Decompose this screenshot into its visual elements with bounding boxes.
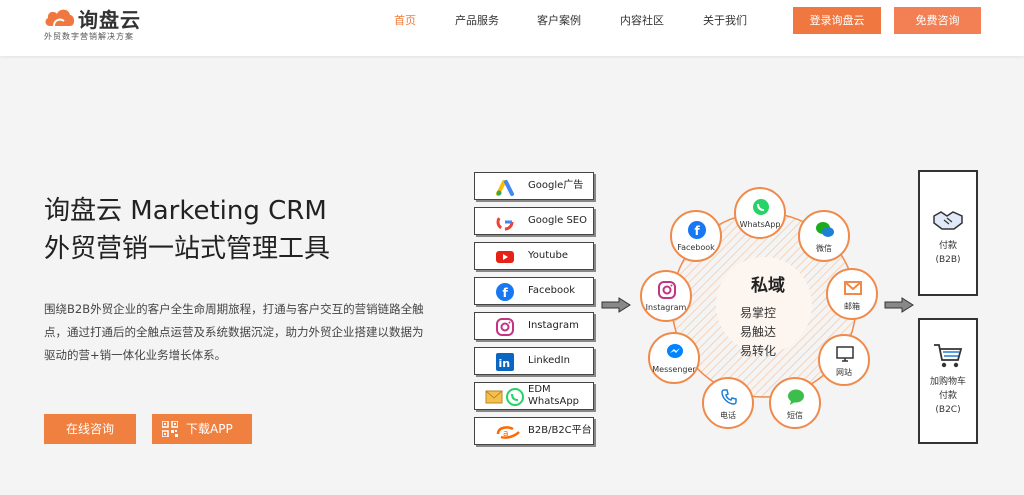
facebook-icon: f [496, 283, 514, 301]
qr-code-icon [162, 421, 178, 437]
linkedin-icon: in [496, 353, 514, 371]
nav-cases[interactable]: 客户案例 [537, 0, 581, 42]
outcome-b2b-line1: 付款 [938, 241, 957, 251]
arrow-right-icon [884, 297, 914, 313]
node-whatsapp: WhatsApp [734, 187, 786, 239]
node-facebook: f Facebook [670, 210, 722, 262]
cloud-logo-icon [45, 9, 75, 27]
channel-label-whatsapp: WhatsApp [528, 396, 580, 407]
messenger-icon [667, 344, 683, 358]
outcome-b2b-line2: (B2B) [935, 255, 961, 265]
svg-text:f: f [695, 224, 701, 238]
nav-about[interactable]: 关于我们 [703, 0, 747, 42]
top-header: 询盘云 外贸数字营销解决方案 首页 产品服务 客户案例 内容社区 关于我们 登录… [0, 0, 1024, 56]
handshake-icon [933, 211, 963, 230]
email-icon [844, 281, 862, 295]
wechat-icon [816, 222, 834, 237]
channel-google-seo: Google SEO [474, 207, 594, 235]
channel-label: Google SEO [528, 215, 587, 226]
svg-text:in: in [499, 357, 511, 370]
node-label: 网站 [836, 368, 852, 377]
logo-name: 询盘云 [78, 8, 141, 32]
outcome-b2c: 加购物车 付款 (B2C) [918, 318, 978, 444]
outcome-b2b: 付款 (B2B) [918, 170, 978, 296]
arrow-right-icon [601, 297, 631, 313]
channel-label: Google广告 [528, 180, 584, 191]
node-label: Messenger [652, 365, 696, 374]
node-wechat: 微信 [798, 210, 850, 262]
nav-products[interactable]: 产品服务 [455, 0, 499, 42]
node-label: 微信 [816, 244, 832, 253]
channel-label: Facebook [528, 285, 575, 296]
free-consult-button[interactable]: 免费咨询 [894, 7, 981, 34]
hero-description: 围绕B2B外贸企业的客户全生命周期旅程，打通与客户交互的营销链路全触点，通过打通… [44, 302, 424, 362]
phone-icon [721, 389, 737, 405]
google-ads-icon [496, 180, 514, 196]
node-sms: 短信 [769, 377, 821, 429]
whatsapp-icon [753, 199, 769, 215]
logo[interactable]: 询盘云 外贸数字营销解决方案 [44, 4, 154, 48]
node-email: 邮箱 [826, 268, 878, 320]
private-domain-title: 私域 [751, 276, 785, 296]
online-consult-button[interactable]: 在线咨询 [44, 414, 136, 444]
private-domain-line: 易触达 [739, 325, 776, 339]
nav-community[interactable]: 内容社区 [620, 0, 664, 42]
login-button[interactable]: 登录询盘云 [793, 7, 881, 34]
channel-edm-whatsapp: EDM WhatsApp [474, 382, 594, 410]
google-icon [496, 213, 514, 231]
shopping-cart-icon [934, 344, 963, 368]
channel-instagram: Instagram [474, 312, 594, 340]
node-messenger: Messenger [648, 332, 700, 384]
download-app-label: 下载APP [186, 422, 233, 436]
hero-title: 询盘云 Marketing CRM [44, 196, 327, 226]
download-app-button[interactable]: 下载APP [152, 414, 252, 444]
node-label: 短信 [787, 411, 803, 420]
private-domain-line: 易掌控 [739, 306, 776, 320]
edm-whatsapp-icon [485, 388, 524, 406]
svg-text:a: a [503, 429, 509, 439]
outcome-b2c-line2: 付款 [938, 391, 957, 401]
nav-home[interactable]: 首页 [394, 0, 416, 42]
channel-b2b-platform: a B2B/B2C平台 [474, 417, 594, 445]
svg-text:f: f [503, 286, 509, 300]
channel-label: B2B/B2C平台 [528, 425, 592, 436]
monitor-icon [836, 346, 854, 362]
node-website: 网站 [818, 334, 870, 386]
outcome-b2c-line1: 加购物车 [929, 377, 966, 387]
private-domain-line: 易转化 [739, 344, 776, 358]
alibaba-icon: a [496, 426, 520, 439]
node-label: Instagram [645, 303, 687, 312]
instagram-icon [658, 281, 676, 299]
sms-icon [788, 389, 804, 405]
instagram-icon [496, 318, 514, 336]
logo-slogan: 外贸数字营销解决方案 [44, 32, 134, 41]
hero-subtitle: 外贸营销一站式管理工具 [44, 234, 331, 264]
channel-label: LinkedIn [528, 355, 570, 366]
channel-linkedin: in LinkedIn [474, 347, 594, 375]
node-instagram: Instagram [640, 270, 692, 322]
channel-youtube: Youtube [474, 242, 594, 270]
node-label: Facebook [677, 243, 715, 252]
youtube-icon [496, 251, 514, 263]
channel-label: Youtube [528, 250, 568, 261]
channel-google-ads: Google广告 [474, 172, 594, 200]
channel-label: Instagram [528, 320, 579, 331]
facebook-icon: f [688, 221, 706, 239]
node-label: 邮箱 [844, 302, 860, 311]
channel-label-edm: EDM [528, 384, 551, 395]
outcome-b2c-line3: (B2C) [935, 405, 961, 415]
channel-facebook: f Facebook [474, 277, 594, 305]
node-phone: 电话 [702, 377, 754, 429]
node-label: WhatsApp [739, 220, 781, 229]
node-label: 电话 [720, 411, 736, 420]
